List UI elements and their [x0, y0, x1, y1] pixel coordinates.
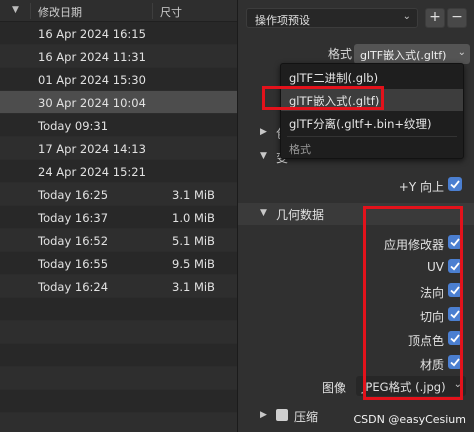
- compression-checkbox[interactable]: [276, 409, 288, 421]
- y-up-checkbox[interactable]: [448, 177, 462, 191]
- table-row[interactable]: [0, 344, 237, 367]
- table-row[interactable]: Today 16:25 3.1 MiB: [0, 183, 237, 206]
- collapse-arrow-icon: ▼: [260, 151, 267, 161]
- y-up-option[interactable]: +Y 向上: [238, 174, 474, 196]
- file-date: 24 Apr 2024 15:21: [38, 165, 146, 179]
- expand-arrow-icon: ▶: [260, 127, 267, 137]
- table-row[interactable]: [0, 413, 237, 432]
- table-row[interactable]: 17 Apr 2024 14:13: [0, 137, 237, 160]
- file-date: 16 Apr 2024 11:31: [38, 50, 146, 64]
- table-row[interactable]: Today 16:55 9.5 MiB: [0, 252, 237, 275]
- menu-item-gltf-separate[interactable]: glTF分离(.gltf+.bin+纹理): [281, 112, 463, 134]
- format-label: 格式: [328, 47, 353, 61]
- file-date: Today 16:52: [38, 234, 109, 248]
- table-row[interactable]: [0, 390, 237, 413]
- file-date: 01 Apr 2024 15:30: [38, 73, 146, 87]
- menu-item-glb[interactable]: glTF二进制(.glb): [281, 66, 463, 88]
- menu-item-label: glTF二进制(.glb): [289, 71, 379, 85]
- image-format-label: 图像: [322, 381, 347, 395]
- file-date: 17 Apr 2024 14:13: [38, 142, 146, 156]
- table-row-selected[interactable]: 30 Apr 2024 10:04: [0, 91, 237, 114]
- table-row[interactable]: [0, 367, 237, 390]
- expand-arrow-icon: ▶: [260, 410, 267, 420]
- file-date: Today 16:24: [38, 280, 109, 294]
- remove-preset-button[interactable]: −: [447, 8, 467, 28]
- file-date: Today 16:37: [38, 211, 109, 225]
- table-row[interactable]: 16 Apr 2024 11:31: [0, 45, 237, 68]
- y-up-label: +Y 向上: [398, 180, 444, 194]
- column-separator[interactable]: [152, 3, 153, 19]
- column-header-size[interactable]: 尺寸: [160, 4, 182, 20]
- format-dropdown-menu: glTF二进制(.glb) glTF嵌入式(.gltf) glTF分离(.glt…: [280, 63, 464, 159]
- chevron-down-icon: ⌄: [457, 47, 466, 58]
- menu-separator: [287, 136, 457, 137]
- section-title: 几何数据: [276, 208, 325, 222]
- watermark-text: CSDN @easyCesium: [353, 413, 466, 426]
- table-row[interactable]: [0, 321, 237, 344]
- file-date: Today 09:31: [38, 119, 109, 133]
- file-size: 5.1 MiB: [172, 234, 215, 248]
- file-size: 3.1 MiB: [172, 188, 215, 202]
- file-date: 30 Apr 2024 10:04: [38, 96, 146, 110]
- add-preset-button[interactable]: +: [425, 8, 445, 28]
- column-header-date[interactable]: 修改日期: [38, 4, 82, 20]
- format-select[interactable]: glTF嵌入式(.gltf) ⌄: [354, 44, 470, 64]
- file-date: Today 16:25: [38, 188, 109, 202]
- table-row[interactable]: Today 09:31: [0, 114, 237, 137]
- file-date: Today 16:55: [38, 257, 109, 271]
- chevron-down-icon: ⌄: [402, 11, 411, 22]
- table-row[interactable]: 24 Apr 2024 15:21: [0, 160, 237, 183]
- menu-item-label: glTF分离(.gltf+.bin+纹理): [289, 117, 432, 131]
- annotation-box-geometry: [363, 206, 463, 400]
- file-size: 1.0 MiB: [172, 211, 215, 225]
- table-row[interactable]: Today 16:24 3.1 MiB: [0, 275, 237, 298]
- column-separator: [30, 3, 31, 19]
- sort-down-icon[interactable]: ▼: [12, 5, 19, 15]
- file-size: 9.5 MiB: [172, 257, 215, 271]
- file-list-header: ▼ 修改日期 尺寸: [0, 0, 237, 22]
- table-row[interactable]: [0, 298, 237, 321]
- format-value: glTF嵌入式(.gltf): [360, 49, 447, 62]
- table-row[interactable]: 01 Apr 2024 15:30: [0, 68, 237, 91]
- file-date: 16 Apr 2024 16:15: [38, 27, 146, 41]
- file-rows: 16 Apr 2024 16:15 16 Apr 2024 11:31 01 A…: [0, 22, 237, 432]
- table-row[interactable]: 16 Apr 2024 16:15: [0, 22, 237, 45]
- file-list-pane: ▼ 修改日期 尺寸 16 Apr 2024 16:15 16 Apr 2024 …: [0, 0, 237, 432]
- menu-heading: 格式: [289, 143, 311, 156]
- file-size: 3.1 MiB: [172, 280, 215, 294]
- collapse-arrow-icon: ▼: [260, 208, 267, 218]
- table-row[interactable]: Today 16:37 1.0 MiB: [0, 206, 237, 229]
- table-row[interactable]: Today 16:52 5.1 MiB: [0, 229, 237, 252]
- section-title: 压缩: [294, 410, 319, 424]
- operator-preset-select[interactable]: 操作项预设 ⌄: [246, 8, 418, 28]
- annotation-box-format: [262, 86, 384, 110]
- preset-label: 操作项预设: [255, 14, 310, 27]
